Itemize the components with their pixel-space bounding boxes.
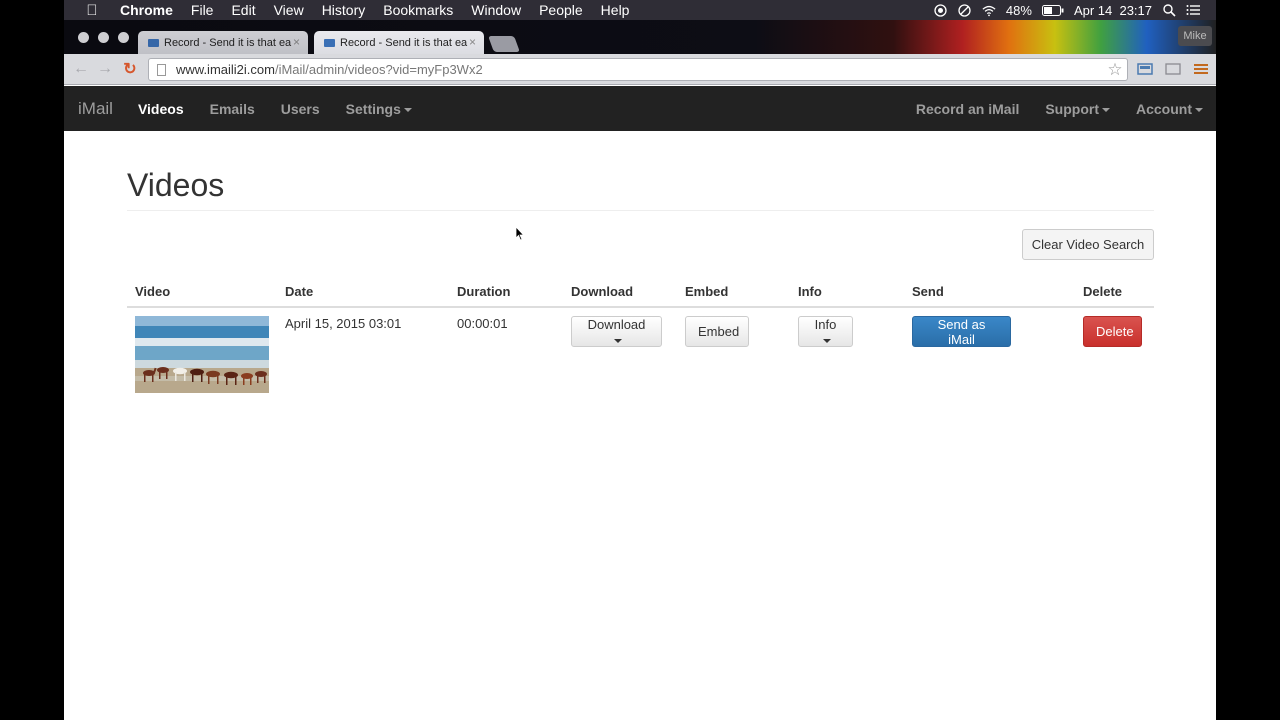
browser-toolbar: ← → ↻ www.imaili2i.com/iMail/admin/video… (64, 54, 1216, 85)
menu-help[interactable]: Help (592, 0, 639, 20)
app-navbar: iMail Videos Emails Users Settings Recor… (64, 86, 1216, 131)
delete-cell: Delete (1075, 307, 1154, 401)
nav-videos[interactable]: Videos (125, 101, 197, 117)
send-as-imail-button[interactable]: Send as iMail (912, 316, 1011, 347)
caret-down-icon (1195, 107, 1203, 112)
header-delete: Delete (1075, 276, 1154, 308)
close-window-button[interactable] (78, 32, 89, 43)
menu-people[interactable]: People (530, 0, 592, 20)
embed-button[interactable]: Embed (685, 316, 749, 347)
nav-settings-dropdown[interactable]: Settings (333, 101, 425, 117)
date-cell: April 15, 2015 03:01 (285, 316, 402, 331)
info-cell: Info (790, 307, 904, 401)
embed-cell: Embed (677, 307, 790, 401)
tab-strip: Record - Send it is that ea × Record - S… (64, 20, 1216, 54)
header-embed: Embed (677, 276, 790, 308)
screen:  Chrome File Edit View History Bookmark… (64, 0, 1216, 720)
url-text[interactable]: www.imaili2i.com/iMail/admin/videos?vid=… (176, 62, 483, 77)
header-date: Date (277, 276, 449, 308)
menu-window[interactable]: Window (462, 0, 530, 20)
bookmark-star-icon[interactable]: ☆ (1105, 59, 1125, 80)
menu-bookmarks[interactable]: Bookmarks (374, 0, 462, 20)
profile-button[interactable]: Mike (1178, 26, 1212, 46)
header-info: Info (790, 276, 904, 308)
back-arrow-icon[interactable]: ← (72, 60, 90, 78)
spotlight-search-icon[interactable] (1162, 3, 1176, 17)
caret-down-icon (403, 107, 412, 112)
send-cell: Send as iMail (904, 307, 1075, 401)
table-header-row: Video Date Duration Download Embed Info … (127, 276, 1154, 308)
forward-arrow-icon[interactable]: → (96, 60, 114, 78)
download-cell: Download (563, 307, 677, 401)
url-path: /iMail/admin/videos?vid=myFp3Wx2 (274, 62, 483, 77)
new-tab-button[interactable] (488, 36, 520, 52)
status-area: 48% Apr 14 23:17 (934, 0, 1200, 20)
battery-percent: 48% (1005, 2, 1032, 18)
table-row: April 15, 2015 03:01 00:00:01 Download E… (127, 307, 1154, 401)
chrome-menu-icon[interactable] (1193, 61, 1209, 77)
record-icon[interactable] (934, 3, 948, 17)
nav-record-imail[interactable]: Record an iMail (903, 101, 1032, 117)
extension-icon[interactable] (1165, 61, 1181, 77)
caret-down-icon (614, 338, 622, 343)
page-icon (157, 63, 166, 76)
nav-users[interactable]: Users (268, 101, 333, 117)
do-not-disturb-icon[interactable] (958, 3, 972, 17)
favicon-icon (324, 38, 335, 47)
maximize-window-button[interactable] (118, 32, 129, 43)
nav-account-label: Account (1136, 100, 1192, 117)
header-send: Send (904, 276, 1075, 308)
videos-table: Video Date Duration Download Embed Info … (127, 276, 1154, 401)
nav-emails[interactable]: Emails (197, 101, 268, 117)
caret-down-icon (1102, 107, 1110, 112)
header-download: Download (563, 276, 677, 308)
tab-close-icon[interactable]: × (469, 35, 476, 49)
tab-1-label: Record - Send it is that ea (164, 36, 292, 49)
notification-center-icon[interactable] (1186, 3, 1200, 17)
wifi-icon[interactable] (982, 3, 996, 17)
download-dropdown-button[interactable]: Download (571, 316, 662, 347)
mouse-cursor-icon (515, 226, 525, 241)
apple-icon[interactable]:  (82, 0, 102, 20)
menu-edit[interactable]: Edit (222, 0, 264, 20)
menu-view[interactable]: View (265, 0, 313, 20)
info-dropdown-button[interactable]: Info (798, 316, 853, 347)
menu-file[interactable]: File (182, 0, 223, 20)
delete-button[interactable]: Delete (1083, 316, 1142, 347)
cast-icon[interactable] (1137, 61, 1153, 77)
caret-down-icon (823, 338, 831, 343)
tab-2-label: Record - Send it is that ea (340, 36, 468, 49)
favicon-icon (148, 38, 159, 47)
download-label: Download (587, 317, 646, 332)
video-cell (127, 307, 277, 401)
navbar-right: Record an iMail Support Account (903, 86, 1216, 131)
tab-1[interactable]: Record - Send it is that ea × (138, 31, 308, 54)
nav-support-label: Support (1045, 100, 1099, 117)
page-title: Videos (127, 167, 225, 203)
reload-icon[interactable]: ↻ (121, 60, 139, 78)
minimize-window-button[interactable] (98, 32, 109, 43)
header-video: Video (127, 276, 277, 308)
info-label: Info (814, 317, 837, 332)
header-duration: Duration (449, 276, 563, 308)
nav-account-dropdown[interactable]: Account (1123, 101, 1216, 117)
menu-items: Chrome File Edit View History Bookmarks … (112, 0, 638, 20)
datetime[interactable]: Apr 14 23:17 (1074, 3, 1152, 18)
clear-video-search-button[interactable]: Clear Video Search (1022, 229, 1154, 260)
address-bar[interactable]: www.imaili2i.com/iMail/admin/videos?vid=… (148, 58, 1128, 81)
url-domain: www.imaili2i.com (176, 62, 275, 77)
tab-close-icon[interactable]: × (293, 35, 300, 49)
video-thumbnail[interactable] (135, 316, 269, 393)
brand-logo[interactable]: iMail (78, 99, 113, 119)
nav-settings-label: Settings (345, 100, 401, 117)
title-divider (127, 210, 1154, 211)
tab-2-active[interactable]: Record - Send it is that ea × (314, 31, 484, 54)
macos-menubar:  Chrome File Edit View History Bookmark… (64, 0, 1216, 20)
battery-icon[interactable] (1041, 3, 1064, 17)
menu-app-chrome[interactable]: Chrome (112, 0, 182, 20)
duration-cell: 00:00:01 (457, 316, 508, 331)
menu-history[interactable]: History (313, 0, 375, 20)
nav-support-dropdown[interactable]: Support (1032, 101, 1123, 117)
